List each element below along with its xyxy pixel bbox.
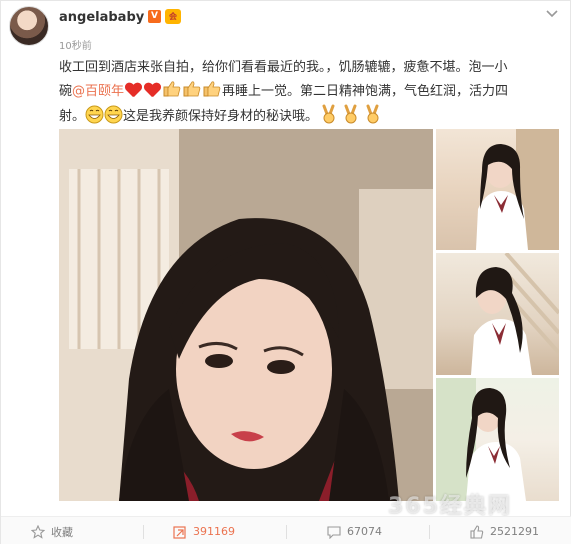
- post-text-line-3: 射。 这是我养颜保持好身材的秘诀哦。: [59, 104, 559, 128]
- repost-icon: [173, 525, 186, 539]
- comment-icon: [327, 525, 341, 539]
- victory-hand-icon: [344, 104, 357, 124]
- thumbs-up-icon: [470, 524, 484, 539]
- username[interactable]: angelababy: [59, 10, 144, 25]
- weibo-post-card: angelababy V 会 10秒前 收工回到酒店来张自拍，给你们看看最近的我…: [0, 0, 571, 544]
- thumbs-up-icon: [183, 81, 201, 97]
- thumbnail-photo-2[interactable]: [436, 253, 559, 375]
- member-badge-icon: 会: [165, 9, 181, 24]
- post-text-line-2: 碗@百颐年 再睡上一觉。第二日精神饱满，气色红润，活力四: [59, 80, 559, 104]
- thumbnail-photo-1[interactable]: [436, 129, 559, 250]
- thumbs-up-icon: [203, 81, 221, 97]
- repost-count: 391169: [193, 525, 235, 538]
- like-button[interactable]: 2521291: [470, 517, 539, 544]
- divider: [429, 525, 430, 539]
- thumbs-up-icon: [163, 81, 181, 97]
- post-text-line-1: 收工回到酒店来张自拍，给你们看看最近的我。，饥肠辘辘，疲惫不堪。泡一小: [59, 60, 508, 75]
- repost-button[interactable]: 391169: [173, 517, 235, 544]
- post-text-fragment: 再睡上一觉。第二日精神饱满，气色红润，活力四: [222, 84, 509, 99]
- main-photo[interactable]: [59, 129, 433, 501]
- like-count: 2521291: [490, 525, 539, 538]
- grin-emoji-icon: [85, 105, 104, 124]
- thumbnail-illustration-3: [436, 378, 526, 501]
- comment-count: 67074: [347, 525, 382, 538]
- thumbnail-illustration-1: [476, 129, 559, 250]
- grin-emoji-icon: [104, 105, 123, 124]
- divider: [143, 525, 144, 539]
- thumbnail-illustration-2: [471, 253, 559, 375]
- post-text-fragment: 射。: [59, 109, 86, 124]
- verified-badge-icon: V: [148, 10, 161, 23]
- action-bar: 收藏 391169 67074 2521291: [1, 516, 571, 544]
- post-text-fragment: 碗: [59, 84, 73, 99]
- avatar[interactable]: [9, 6, 49, 46]
- mention-link[interactable]: @百颐年: [72, 84, 124, 99]
- heart-icon: [125, 82, 142, 98]
- thumbnail-photo-3[interactable]: [436, 378, 559, 501]
- victory-hand-icon: [322, 104, 335, 124]
- post-timestamp[interactable]: 10秒前: [59, 37, 92, 52]
- comment-button[interactable]: 67074: [327, 517, 382, 544]
- heart-icon: [144, 82, 161, 98]
- divider: [286, 525, 287, 539]
- favorite-label: 收藏: [51, 525, 73, 539]
- post-text-fragment: 这是我养颜保持好身材的秘诀哦。: [123, 109, 319, 124]
- main-photo-illustration: [59, 129, 433, 501]
- post-text: 收工回到酒店来张自拍，给你们看看最近的我。，饥肠辘辘，疲惫不堪。泡一小 碗@百颐…: [59, 56, 559, 128]
- star-icon: [31, 524, 45, 539]
- favorite-button[interactable]: 收藏: [31, 517, 73, 544]
- chevron-down-icon[interactable]: [545, 9, 559, 19]
- victory-hand-icon: [366, 104, 379, 124]
